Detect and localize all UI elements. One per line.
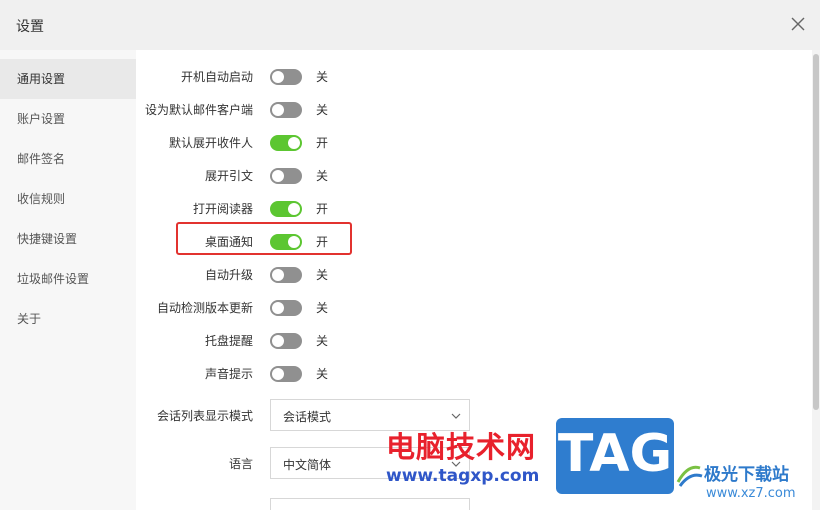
toggle-state: 开 (316, 136, 329, 150)
window-title: 设置 (16, 19, 44, 35)
autostart-toggle[interactable] (270, 69, 302, 85)
setting-label: 开机自动启动 (180, 70, 253, 84)
toggle-knob (272, 71, 284, 83)
setting-row-autostart: 开机自动启动 关 (136, 60, 812, 93)
sidebar-item-about[interactable]: 关于 (0, 299, 136, 339)
toggle-knob (288, 137, 300, 149)
setting-label: 打开阅读器 (192, 202, 253, 216)
chevron-down-icon (451, 461, 461, 467)
sidebar-item-shortcuts[interactable]: 快捷键设置 (0, 219, 136, 259)
select-value: 中文简体 (283, 458, 332, 472)
check-updates-toggle[interactable] (270, 300, 302, 316)
setting-row-check-updates: 自动检测版本更新 关 (136, 291, 812, 324)
setting-label: 自动升级 (204, 268, 253, 282)
setting-label: 默认展开收件人 (168, 136, 253, 150)
auto-upgrade-toggle[interactable] (270, 267, 302, 283)
setting-label: 声音提示 (204, 367, 253, 381)
partial-select[interactable] (270, 498, 470, 510)
toggle-knob (288, 236, 300, 248)
toggle-state: 关 (316, 268, 329, 282)
setting-row-expand-recipients: 默认展开收件人 开 (136, 126, 812, 159)
default-client-toggle[interactable] (270, 102, 302, 118)
toggle-state: 开 (316, 202, 329, 216)
toggle-state: 关 (316, 367, 329, 381)
setting-row-default-client: 设为默认邮件客户端 关 (136, 93, 812, 126)
setting-label: 会话列表显示模式 (156, 409, 253, 423)
sound-toggle[interactable] (270, 366, 302, 382)
toggle-state: 开 (316, 235, 329, 249)
toggle-knob (272, 302, 284, 314)
toggle-knob (272, 269, 284, 281)
setting-row-auto-upgrade: 自动升级 关 (136, 258, 812, 291)
chevron-down-icon (451, 413, 461, 419)
expand-quotes-toggle[interactable] (270, 168, 302, 184)
setting-row-language: 语言 中文简体 (136, 447, 812, 479)
sidebar-item-general[interactable]: 通用设置 (0, 59, 136, 99)
list-mode-select[interactable]: 会话模式 (270, 399, 470, 431)
sidebar-item-account[interactable]: 账户设置 (0, 99, 136, 139)
setting-label: 自动检测版本更新 (156, 301, 253, 315)
setting-row-open-reader: 打开阅读器 开 (136, 192, 812, 225)
sidebar-item-signature[interactable]: 邮件签名 (0, 139, 136, 179)
sidebar-item-rules[interactable]: 收信规则 (0, 179, 136, 219)
select-value: 会话模式 (283, 410, 332, 424)
sidebar-item-spam[interactable]: 垃圾邮件设置 (0, 259, 136, 299)
setting-label: 桌面通知 (204, 235, 253, 249)
toggle-knob (288, 203, 300, 215)
scrollbar[interactable] (812, 50, 820, 510)
settings-panel: 开机自动启动 关 设为默认邮件客户端 关 默认展开收件人 开 展开引文 关 打开… (136, 50, 812, 510)
toggle-state: 关 (316, 103, 329, 117)
title-bar: 设置 (0, 0, 820, 50)
setting-label: 托盘提醒 (204, 334, 253, 348)
toggle-knob (272, 170, 284, 182)
setting-row-sound: 声音提示 关 (136, 357, 812, 390)
setting-label: 语言 (228, 457, 253, 471)
setting-row-tray-reminder: 托盘提醒 关 (136, 324, 812, 357)
open-reader-toggle[interactable] (270, 201, 302, 217)
toggle-state: 关 (316, 334, 329, 348)
toggle-knob (272, 104, 284, 116)
close-icon[interactable] (788, 14, 808, 34)
toggle-state: 关 (316, 70, 329, 84)
scrollbar-thumb[interactable] (813, 54, 819, 410)
desktop-notify-toggle[interactable] (270, 234, 302, 250)
language-select[interactable]: 中文简体 (270, 447, 470, 479)
toggle-knob (272, 368, 284, 380)
setting-label: 展开引文 (204, 169, 253, 183)
setting-row-expand-quotes: 展开引文 关 (136, 159, 812, 192)
setting-row-list-mode: 会话列表显示模式 会话模式 (136, 399, 812, 431)
setting-row-desktop-notify: 桌面通知 开 (136, 225, 812, 258)
expand-recipients-toggle[interactable] (270, 135, 302, 151)
toggle-knob (272, 335, 284, 347)
toggle-state: 关 (316, 301, 329, 315)
setting-row-partial (136, 498, 812, 510)
toggle-state: 关 (316, 169, 329, 183)
setting-label: 设为默认邮件客户端 (144, 103, 253, 117)
tray-reminder-toggle[interactable] (270, 333, 302, 349)
sidebar: 通用设置 账户设置 邮件签名 收信规则 快捷键设置 垃圾邮件设置 关于 (0, 50, 136, 510)
